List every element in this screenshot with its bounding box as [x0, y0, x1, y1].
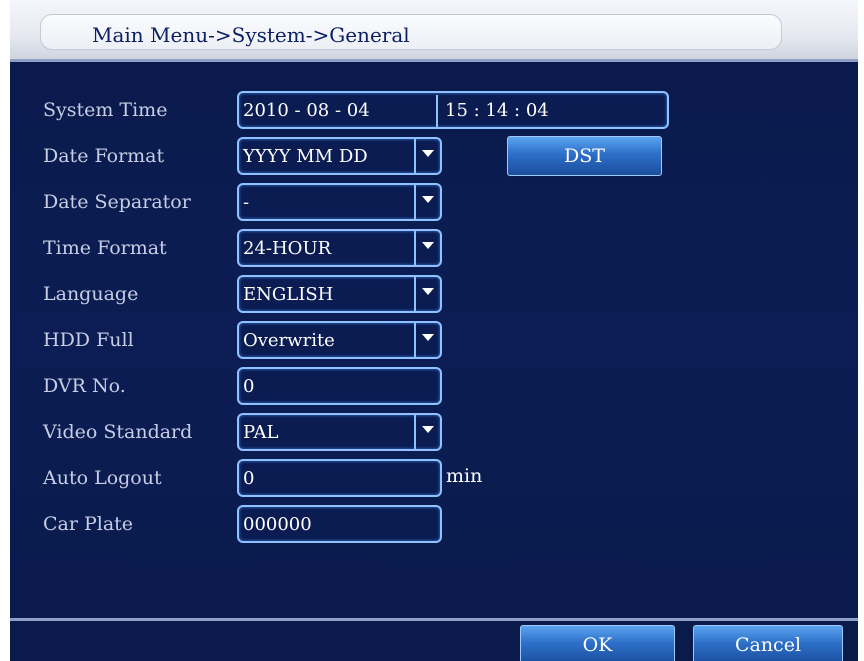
language-dropdown-button[interactable] [414, 277, 440, 311]
video-standard-label: Video Standard [43, 421, 193, 443]
chevron-down-icon [422, 333, 434, 341]
hdd-full-select[interactable]: Overwrite [237, 321, 442, 359]
language-label: Language [43, 283, 139, 305]
system-time-label: System Time [43, 99, 168, 121]
dst-button[interactable]: DST [507, 136, 662, 176]
chevron-down-icon [422, 287, 434, 295]
date-time-divider [436, 95, 438, 129]
date-separator-label: Date Separator [43, 191, 191, 213]
title-bar: Main Menu->System->General [10, 0, 858, 62]
cancel-button[interactable]: Cancel [693, 625, 843, 661]
dvr-no-value: 0 [243, 376, 255, 397]
time-format-label: Time Format [43, 237, 167, 259]
hdd-full-dropdown-button[interactable] [414, 323, 440, 357]
dvr-no-input[interactable]: 0 [237, 367, 442, 405]
date-separator-dropdown-button[interactable] [414, 185, 440, 219]
language-value: ENGLISH [243, 284, 334, 305]
car-plate-value: 000000 [243, 514, 312, 535]
video-standard-select[interactable]: PAL [237, 413, 442, 451]
date-format-value: YYYY MM DD [243, 146, 368, 167]
system-date-value[interactable]: 2010 - 08 - 04 [243, 100, 370, 121]
footer-bar: OK Cancel [10, 621, 858, 661]
time-format-dropdown-button[interactable] [414, 231, 440, 265]
hdd-full-value: Overwrite [243, 330, 335, 351]
video-standard-dropdown-button[interactable] [414, 415, 440, 449]
car-plate-input[interactable]: 000000 [237, 505, 442, 543]
system-clock-value[interactable]: 15 : 14 : 04 [445, 100, 549, 121]
general-settings-window: Main Menu->System->General System Time 2… [10, 0, 858, 661]
car-plate-label: Car Plate [43, 513, 134, 535]
auto-logout-label: Auto Logout [43, 467, 162, 489]
date-separator-value: - [243, 192, 250, 213]
dvr-no-label: DVR No. [43, 375, 126, 397]
auto-logout-value: 0 [243, 468, 255, 489]
chevron-down-icon [422, 149, 434, 157]
breadcrumb: Main Menu->System->General [92, 23, 410, 47]
date-format-label: Date Format [43, 145, 165, 167]
chevron-down-icon [422, 425, 434, 433]
hdd-full-label: HDD Full [43, 329, 134, 351]
video-standard-value: PAL [243, 422, 279, 443]
time-format-select[interactable]: 24-HOUR [237, 229, 442, 267]
auto-logout-input[interactable]: 0 [237, 459, 442, 497]
system-time-field[interactable]: 2010 - 08 - 04 15 : 14 : 04 [237, 91, 669, 129]
date-separator-select[interactable]: - [237, 183, 442, 221]
time-format-value: 24-HOUR [243, 238, 332, 259]
ok-button[interactable]: OK [520, 625, 675, 661]
settings-panel: System Time 2010 - 08 - 04 15 : 14 : 04 … [10, 62, 858, 618]
date-format-dropdown-button[interactable] [414, 139, 440, 173]
chevron-down-icon [422, 241, 434, 249]
date-format-select[interactable]: YYYY MM DD [237, 137, 442, 175]
chevron-down-icon [422, 195, 434, 203]
language-select[interactable]: ENGLISH [237, 275, 442, 313]
auto-logout-unit: min [446, 465, 483, 487]
